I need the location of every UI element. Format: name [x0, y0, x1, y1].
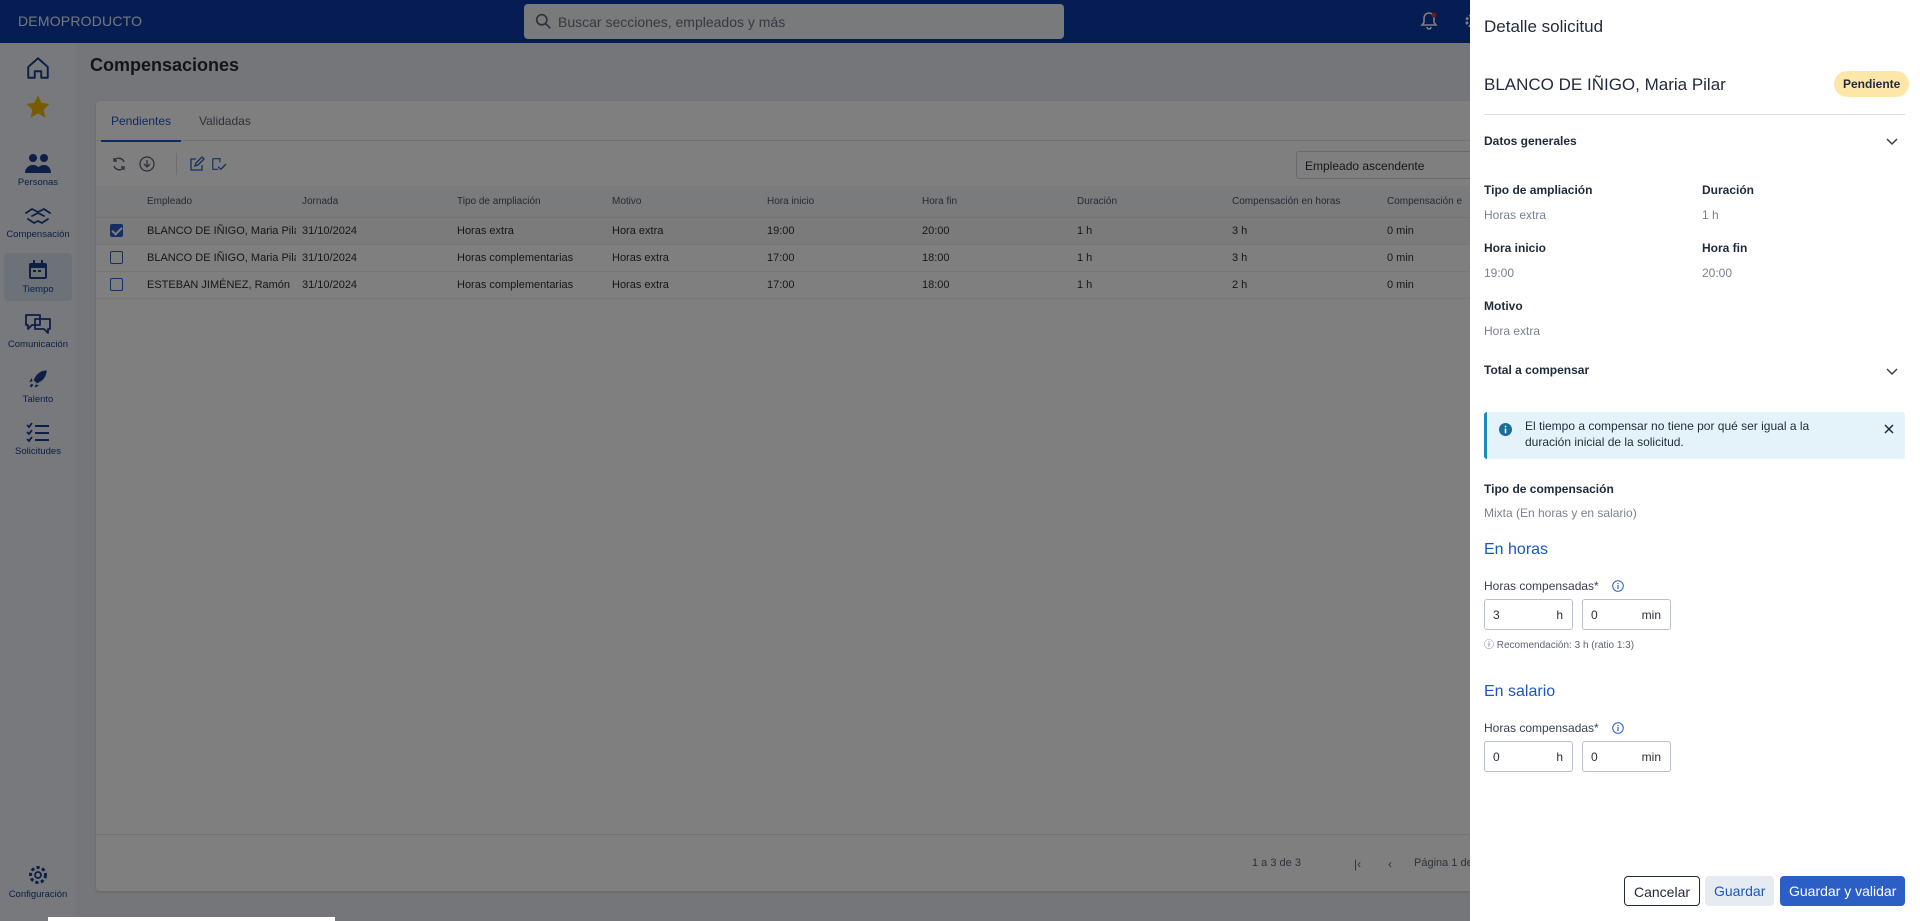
value-hora-fin: 20:00 [1702, 266, 1733, 280]
hours-value: 3 [1493, 608, 1500, 622]
value-tipo-ampliacion: Horas extra [1484, 208, 1547, 222]
chevron-down-icon[interactable] [1886, 368, 1898, 376]
heading-en-horas: En horas [1484, 541, 1549, 558]
value-duracion: 1 h [1702, 208, 1719, 222]
label-hora-inicio: Hora inicio [1484, 241, 1547, 255]
salary-hours-unit: h [1556, 750, 1563, 764]
label-horas-compensadas-salario: Horas compensadas* [1484, 721, 1599, 735]
close-icon[interactable] [1884, 424, 1894, 434]
employee-name: BLANCO DE IÑIGO, Maria Pilar [1484, 75, 1726, 94]
cancel-button[interactable]: Cancelar [1624, 876, 1701, 906]
salary-minutes-unit: min [1641, 750, 1661, 764]
section-datos-generales[interactable]: Datos generales [1484, 134, 1577, 148]
label-duracion: Duración [1702, 183, 1755, 197]
info-icon[interactable] [1612, 580, 1624, 592]
modal-backdrop[interactable] [0, 0, 1470, 921]
info-alert: El tiempo a compensar no tiene por qué s… [1484, 412, 1905, 459]
value-tipo-compensacion: Mixta (En horas y en salario) [1484, 506, 1637, 520]
divider [1484, 114, 1905, 115]
info-icon [1499, 423, 1512, 436]
hours-unit: h [1556, 608, 1563, 622]
minutes-unit: min [1641, 608, 1661, 622]
recommendation-hint: ⓘ Recomendación: 3 h (ratio 1:3) [1484, 640, 1635, 651]
salary-hours-input[interactable]: 0 h [1484, 741, 1573, 772]
minutes-value: 0 [1591, 608, 1598, 622]
value-hora-inicio: 19:00 [1484, 266, 1515, 280]
label-horas-compensadas: Horas compensadas* [1484, 579, 1599, 593]
salary-minutes-input[interactable]: 0 min [1582, 741, 1671, 772]
hours-input[interactable]: 3 h [1484, 599, 1573, 630]
heading-en-salario: En salario [1484, 683, 1556, 700]
panel-title: Detalle solicitud [1484, 17, 1604, 36]
alert-text: El tiempo a compensar no tiene por qué s… [1525, 419, 1810, 449]
chevron-down-icon[interactable] [1886, 138, 1898, 146]
save-button[interactable]: Guardar [1705, 876, 1775, 906]
salary-hours-value: 0 [1493, 750, 1500, 764]
save-and-validate-button[interactable]: Guardar y validar [1780, 876, 1906, 906]
horizontal-scrollbar[interactable] [48, 917, 335, 921]
section-total-compensar[interactable]: Total a compensar [1484, 363, 1589, 377]
value-motivo: Hora extra [1484, 324, 1541, 338]
label-tipo-ampliacion: Tipo de ampliación [1484, 183, 1593, 197]
label-tipo-compensacion: Tipo de compensación [1484, 482, 1614, 496]
info-icon[interactable] [1612, 722, 1624, 734]
minutes-input[interactable]: 0 min [1582, 599, 1671, 630]
label-motivo: Motivo [1484, 299, 1523, 313]
detail-panel: Detalle solicitud BLANCO DE IÑIGO, Maria… [1470, 0, 1920, 921]
label-hora-fin: Hora fin [1702, 241, 1748, 255]
salary-minutes-value: 0 [1591, 750, 1598, 764]
status-badge: Pendiente [1834, 71, 1910, 97]
